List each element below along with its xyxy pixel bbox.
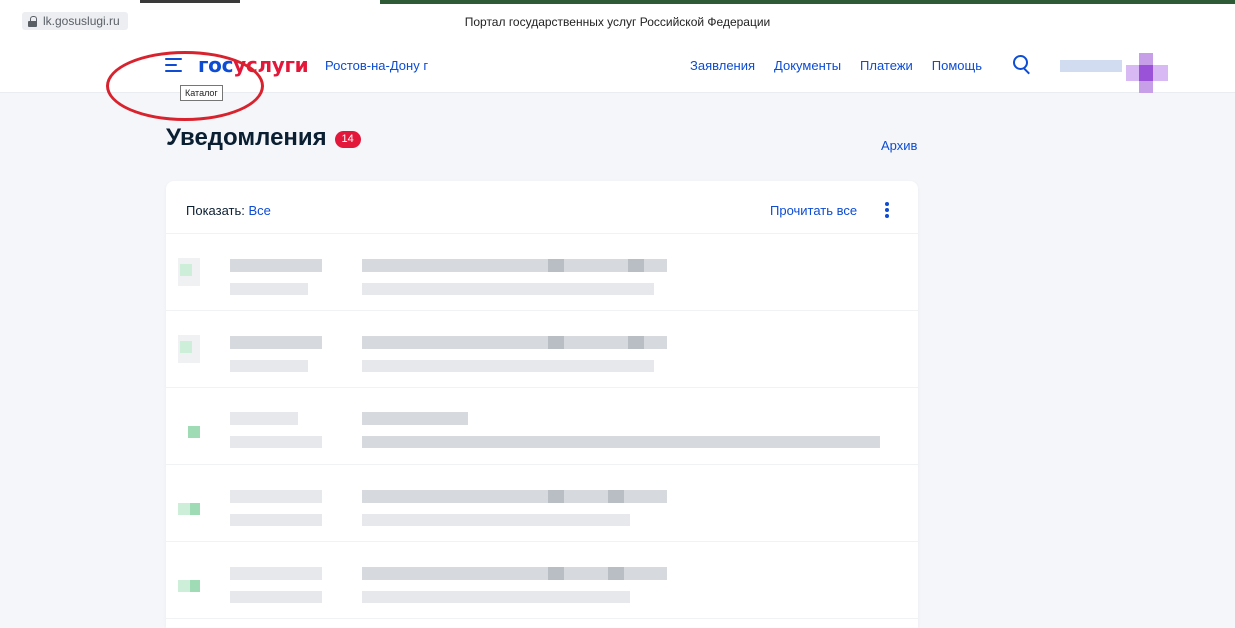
notification-time	[230, 514, 322, 526]
search-icon[interactable]	[1013, 55, 1031, 75]
notification-title	[608, 490, 624, 503]
notification-title	[362, 336, 667, 349]
avatar[interactable]	[1126, 53, 1168, 93]
nav-documents[interactable]: Документы	[774, 58, 841, 73]
notification-title	[548, 567, 564, 580]
notification-row[interactable]	[166, 311, 918, 388]
notification-text	[362, 436, 880, 448]
notification-title	[608, 567, 624, 580]
notification-time	[230, 591, 322, 603]
notification-text	[362, 591, 630, 603]
menu-icon[interactable]	[165, 58, 182, 72]
notification-icon	[188, 426, 200, 438]
nav-payments[interactable]: Платежи	[860, 58, 913, 73]
notification-icon	[180, 264, 192, 276]
kebab-menu-icon[interactable]	[884, 202, 890, 218]
notification-title	[362, 412, 468, 425]
notification-time	[230, 360, 308, 372]
notification-title	[548, 490, 564, 503]
page-title-text: Уведомления	[166, 124, 327, 151]
window-title: Портал государственных услуг Российской …	[464, 15, 771, 29]
notification-title	[548, 336, 564, 349]
page-title: Уведомления 14	[166, 124, 361, 152]
notification-title	[362, 259, 667, 272]
notification-icon	[178, 503, 190, 515]
unread-count-badge: 14	[334, 130, 361, 148]
notification-row[interactable]	[166, 542, 918, 619]
notification-text	[362, 514, 630, 526]
notification-row[interactable]	[166, 234, 918, 311]
notification-row[interactable]	[166, 465, 918, 542]
nav-applications[interactable]: Заявления	[690, 58, 755, 73]
show-filter-label: Показать:	[186, 203, 245, 218]
notification-icon	[190, 503, 200, 515]
region-selector[interactable]: Ростов-на-Дону г	[325, 58, 428, 73]
read-all-button[interactable]: Прочитать все	[770, 203, 857, 218]
browser-bar: lk.gosuslugi.ru Портал государственных у…	[0, 0, 1235, 41]
show-filter: Показать: Все	[186, 203, 271, 218]
notification-time	[230, 436, 322, 448]
notification-title	[628, 336, 644, 349]
notification-title	[548, 259, 564, 272]
notification-time	[230, 283, 308, 295]
tab-indicator	[140, 0, 240, 3]
notification-date	[230, 259, 322, 272]
menu-tooltip: Каталог	[180, 85, 223, 101]
notification-date	[230, 412, 298, 425]
logo-part-2: услуги	[233, 53, 309, 77]
archive-link[interactable]: Архив	[881, 138, 917, 153]
notification-date	[230, 567, 322, 580]
logo[interactable]: госуслуги	[198, 53, 309, 77]
notification-title	[628, 259, 644, 272]
notification-text	[362, 283, 654, 295]
notification-icon	[180, 341, 192, 353]
notification-row[interactable]	[166, 388, 918, 465]
tab-indicator	[380, 0, 1235, 4]
notification-icon	[190, 580, 200, 592]
notification-date	[230, 336, 322, 349]
logo-part-1: гос	[198, 53, 234, 77]
notification-icon	[178, 580, 190, 592]
notification-text	[362, 360, 654, 372]
notifications-card: Показать: Все Прочитать все	[166, 181, 918, 628]
notifications-toolbar: Показать: Все Прочитать все	[166, 181, 918, 234]
notification-date	[230, 490, 322, 503]
user-name[interactable]	[1060, 60, 1122, 72]
main-nav: Заявления Документы Платежи Помощь	[690, 58, 982, 73]
show-filter-value[interactable]: Все	[249, 203, 271, 218]
nav-help[interactable]: Помощь	[932, 58, 982, 73]
